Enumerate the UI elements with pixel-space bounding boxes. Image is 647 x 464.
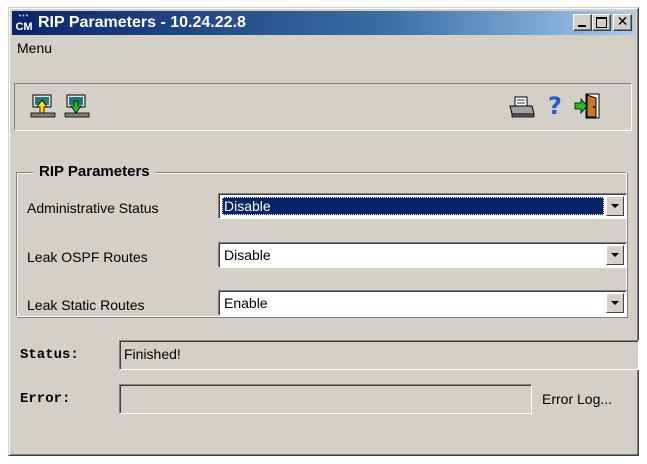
leak-static-value: Enable: [224, 295, 268, 311]
leak-static-label: Leak Static Routes: [27, 297, 145, 313]
cm-app-icon: ••• CM: [14, 13, 34, 33]
maximize-icon: [596, 17, 607, 28]
print-button[interactable]: [507, 92, 535, 120]
status-label: Status:: [20, 347, 79, 363]
download-button[interactable]: [63, 92, 91, 120]
leak-static-dropdown-button[interactable]: [606, 293, 624, 313]
error-log-link[interactable]: Error Log...: [542, 389, 612, 409]
leak-ospf-label: Leak OSPF Routes: [27, 249, 148, 265]
close-icon: ✕: [616, 14, 629, 30]
chevron-down-icon: [611, 253, 619, 257]
download-icon: [64, 94, 90, 118]
leak-ospf-value: Disable: [224, 247, 271, 263]
admin-status-dropdown-button[interactable]: [606, 196, 624, 216]
exit-door-icon: [574, 93, 600, 119]
help-button[interactable]: ?: [542, 92, 570, 120]
leak-static-select[interactable]: Enable: [218, 290, 627, 316]
admin-status-select[interactable]: Disable: [218, 193, 627, 219]
leak-ospf-select[interactable]: Disable: [218, 242, 627, 268]
maximize-button[interactable]: [592, 14, 611, 31]
title-bar[interactable]: ••• CM RIP Parameters - 10.24.22.8 ✕: [12, 11, 635, 35]
rip-parameters-window: ••• CM RIP Parameters - 10.24.22.8 ✕ Menu: [8, 7, 639, 456]
upload-icon: [30, 94, 56, 118]
menu-bar: Menu: [13, 37, 634, 59]
error-label: Error:: [20, 391, 71, 407]
menu-item-menu[interactable]: Menu: [17, 37, 52, 59]
upload-button[interactable]: [29, 92, 57, 120]
help-icon: ?: [548, 92, 562, 120]
rip-parameters-group: RIP Parameters Administrative Status Dis…: [16, 162, 627, 317]
status-field: Finished!: [119, 340, 639, 370]
window-title: RIP Parameters - 10.24.22.8: [38, 14, 246, 31]
admin-status-label: Administrative Status: [27, 200, 159, 216]
chevron-down-icon: [611, 204, 619, 208]
leak-ospf-dropdown-button[interactable]: [606, 245, 624, 265]
admin-status-value: Disable: [222, 197, 604, 215]
minimize-icon: [578, 25, 586, 27]
group-title: RIP Parameters: [33, 162, 156, 182]
exit-button[interactable]: [573, 92, 601, 120]
printer-icon: [509, 96, 535, 118]
minimize-button[interactable]: [573, 14, 592, 31]
chevron-down-icon: [611, 301, 619, 305]
toolbar: ?: [14, 83, 632, 131]
error-field: [119, 384, 532, 414]
close-button[interactable]: ✕: [613, 14, 632, 31]
